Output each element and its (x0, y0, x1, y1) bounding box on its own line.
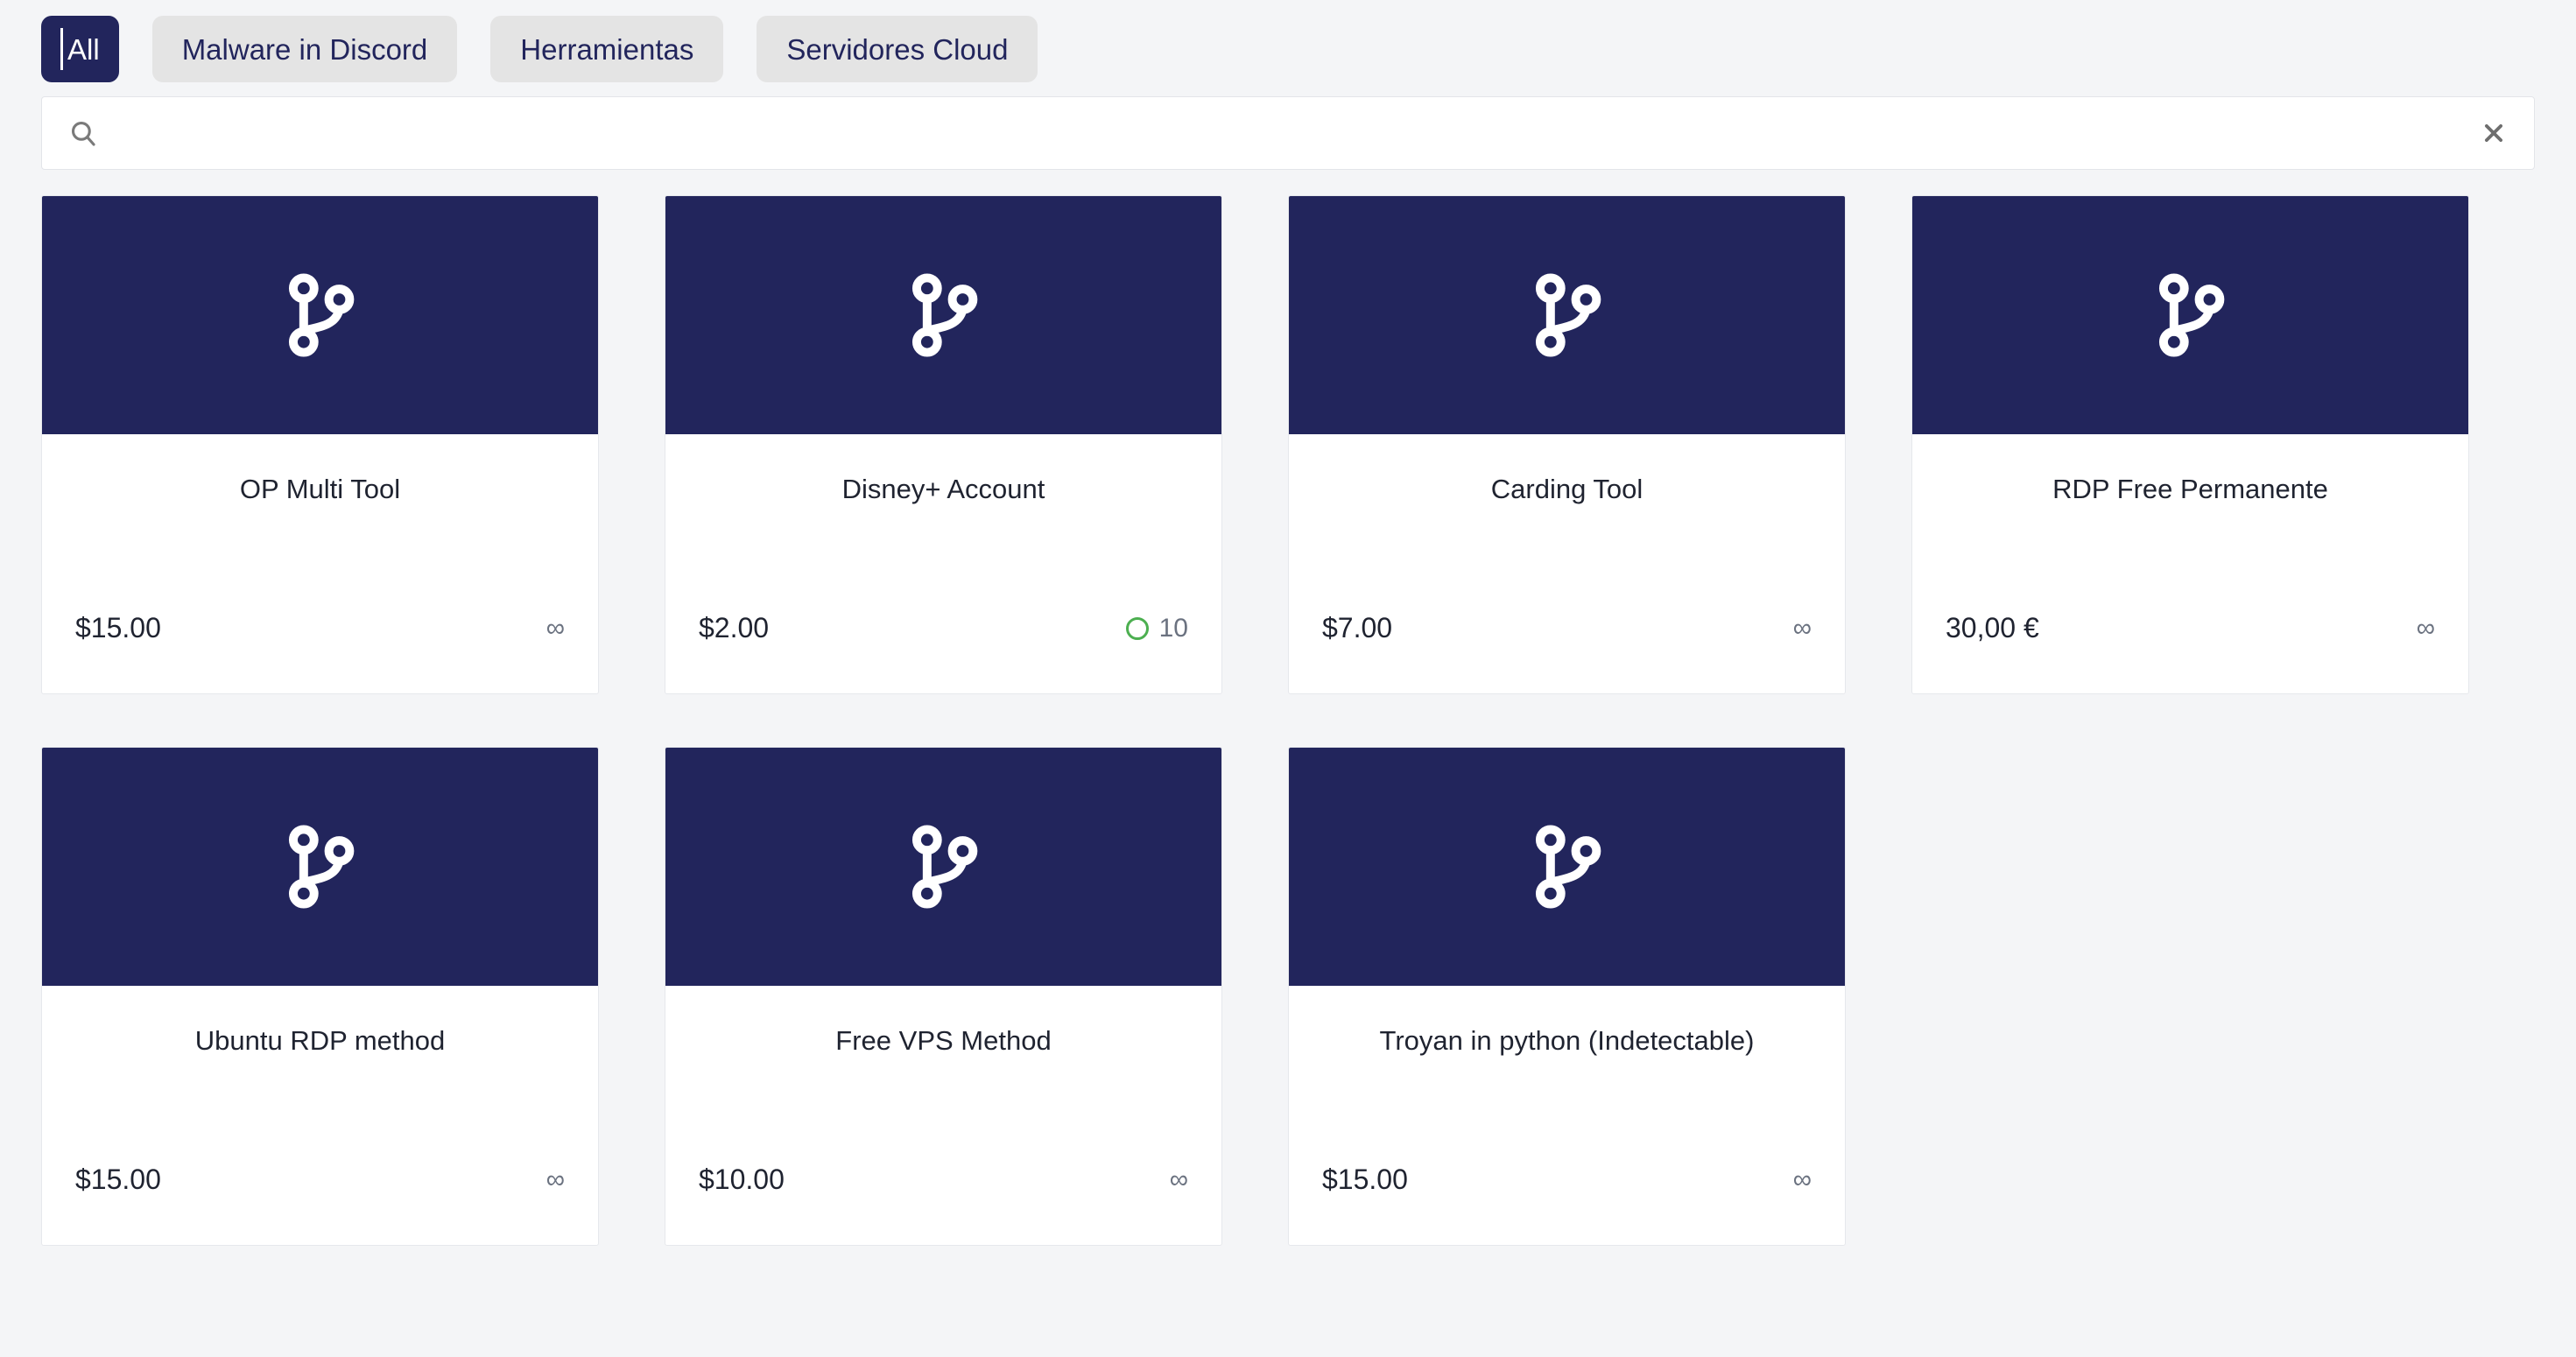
product-card[interactable]: Disney+ Account$2.00 10 (665, 195, 1222, 694)
git-branch-icon (280, 270, 361, 361)
product-footer: $10.00 ∞ (665, 1164, 1221, 1245)
tab-herramientas[interactable]: Herramientas (490, 16, 723, 82)
product-footer: $15.00 ∞ (42, 1164, 598, 1245)
infinity-stock-icon: ∞ (1793, 1167, 1812, 1193)
product-card[interactable]: OP Multi Tool$15.00 ∞ (41, 195, 599, 694)
product-stock: 10 (1126, 614, 1188, 643)
product-footer: $7.00 ∞ (1289, 612, 1845, 693)
product-title: OP Multi Tool (42, 434, 598, 612)
product-thumbnail (1289, 748, 1845, 986)
git-branch-icon (1527, 821, 1608, 912)
product-stock: ∞ (546, 615, 565, 642)
git-branch-icon (904, 821, 984, 912)
product-thumbnail (1912, 196, 2468, 434)
product-footer: 30,00 € ∞ (1912, 612, 2468, 693)
product-thumbnail (42, 196, 598, 434)
product-price: $15.00 (75, 1164, 161, 1196)
product-price: 30,00 € (1946, 612, 2039, 644)
search-bar[interactable] (41, 96, 2535, 170)
product-price: $10.00 (699, 1164, 785, 1196)
git-branch-icon (2150, 270, 2231, 361)
product-card[interactable]: Carding Tool$7.00 ∞ (1288, 195, 1846, 694)
product-stock: ∞ (1170, 1167, 1188, 1193)
tab-label: Herramientas (520, 35, 693, 64)
product-thumbnail (1289, 196, 1845, 434)
infinity-stock-icon: ∞ (1793, 615, 1812, 642)
product-stock: ∞ (1793, 1167, 1812, 1193)
product-title: Free VPS Method (665, 986, 1221, 1164)
category-tab-bar: All Malware in Discord Herramientas Servido… (0, 0, 2576, 84)
product-thumbnail (665, 196, 1221, 434)
git-branch-icon (904, 270, 984, 361)
product-stock: ∞ (2417, 615, 2435, 642)
product-card[interactable]: Ubuntu RDP method$15.00 ∞ (41, 747, 599, 1246)
git-branch-icon (280, 821, 361, 912)
product-title: Carding Tool (1289, 434, 1845, 612)
in-stock-indicator-icon (1126, 617, 1149, 640)
text-caret (60, 28, 63, 70)
search-input[interactable] (116, 117, 2476, 149)
product-price: $15.00 (1322, 1164, 1408, 1196)
tab-servidores-cloud[interactable]: Servidores Cloud (757, 16, 1038, 82)
product-grid: OP Multi Tool$15.00∞Disney+ Account$2.00… (0, 170, 2576, 1246)
tab-all[interactable]: All (41, 16, 119, 82)
product-footer: $2.00 10 (665, 612, 1221, 693)
product-footer: $15.00 ∞ (1289, 1164, 1845, 1245)
clear-search-button[interactable] (2476, 116, 2511, 151)
tab-malware-in-discord[interactable]: Malware in Discord (152, 16, 458, 82)
product-title: Ubuntu RDP method (42, 986, 598, 1164)
product-title: Troyan in python (Indetectable) (1289, 986, 1845, 1164)
infinity-stock-icon: ∞ (1170, 1167, 1188, 1193)
tab-label: Malware in Discord (182, 35, 428, 64)
tab-label: Servidores Cloud (786, 35, 1008, 64)
product-price: $15.00 (75, 612, 161, 644)
product-thumbnail (42, 748, 598, 986)
product-card[interactable]: Troyan in python (Indetectable)$15.00 ∞ (1288, 747, 1846, 1246)
search-icon (67, 116, 100, 150)
infinity-stock-icon: ∞ (546, 615, 565, 642)
product-card[interactable]: Free VPS Method$10.00 ∞ (665, 747, 1222, 1246)
tab-label: All (60, 35, 100, 64)
product-stock: ∞ (546, 1167, 565, 1193)
product-card[interactable]: RDP Free Permanente30,00 € ∞ (1911, 195, 2469, 694)
product-price: $7.00 (1322, 612, 1392, 644)
infinity-stock-icon: ∞ (2417, 615, 2435, 642)
product-title: Disney+ Account (665, 434, 1221, 612)
product-thumbnail (665, 748, 1221, 986)
infinity-stock-icon: ∞ (546, 1167, 565, 1193)
product-footer: $15.00 ∞ (42, 612, 598, 693)
product-title: RDP Free Permanente (1912, 434, 2468, 612)
git-branch-icon (1527, 270, 1608, 361)
stock-count: 10 (1159, 614, 1188, 643)
product-stock: ∞ (1793, 615, 1812, 642)
product-price: $2.00 (699, 612, 769, 644)
